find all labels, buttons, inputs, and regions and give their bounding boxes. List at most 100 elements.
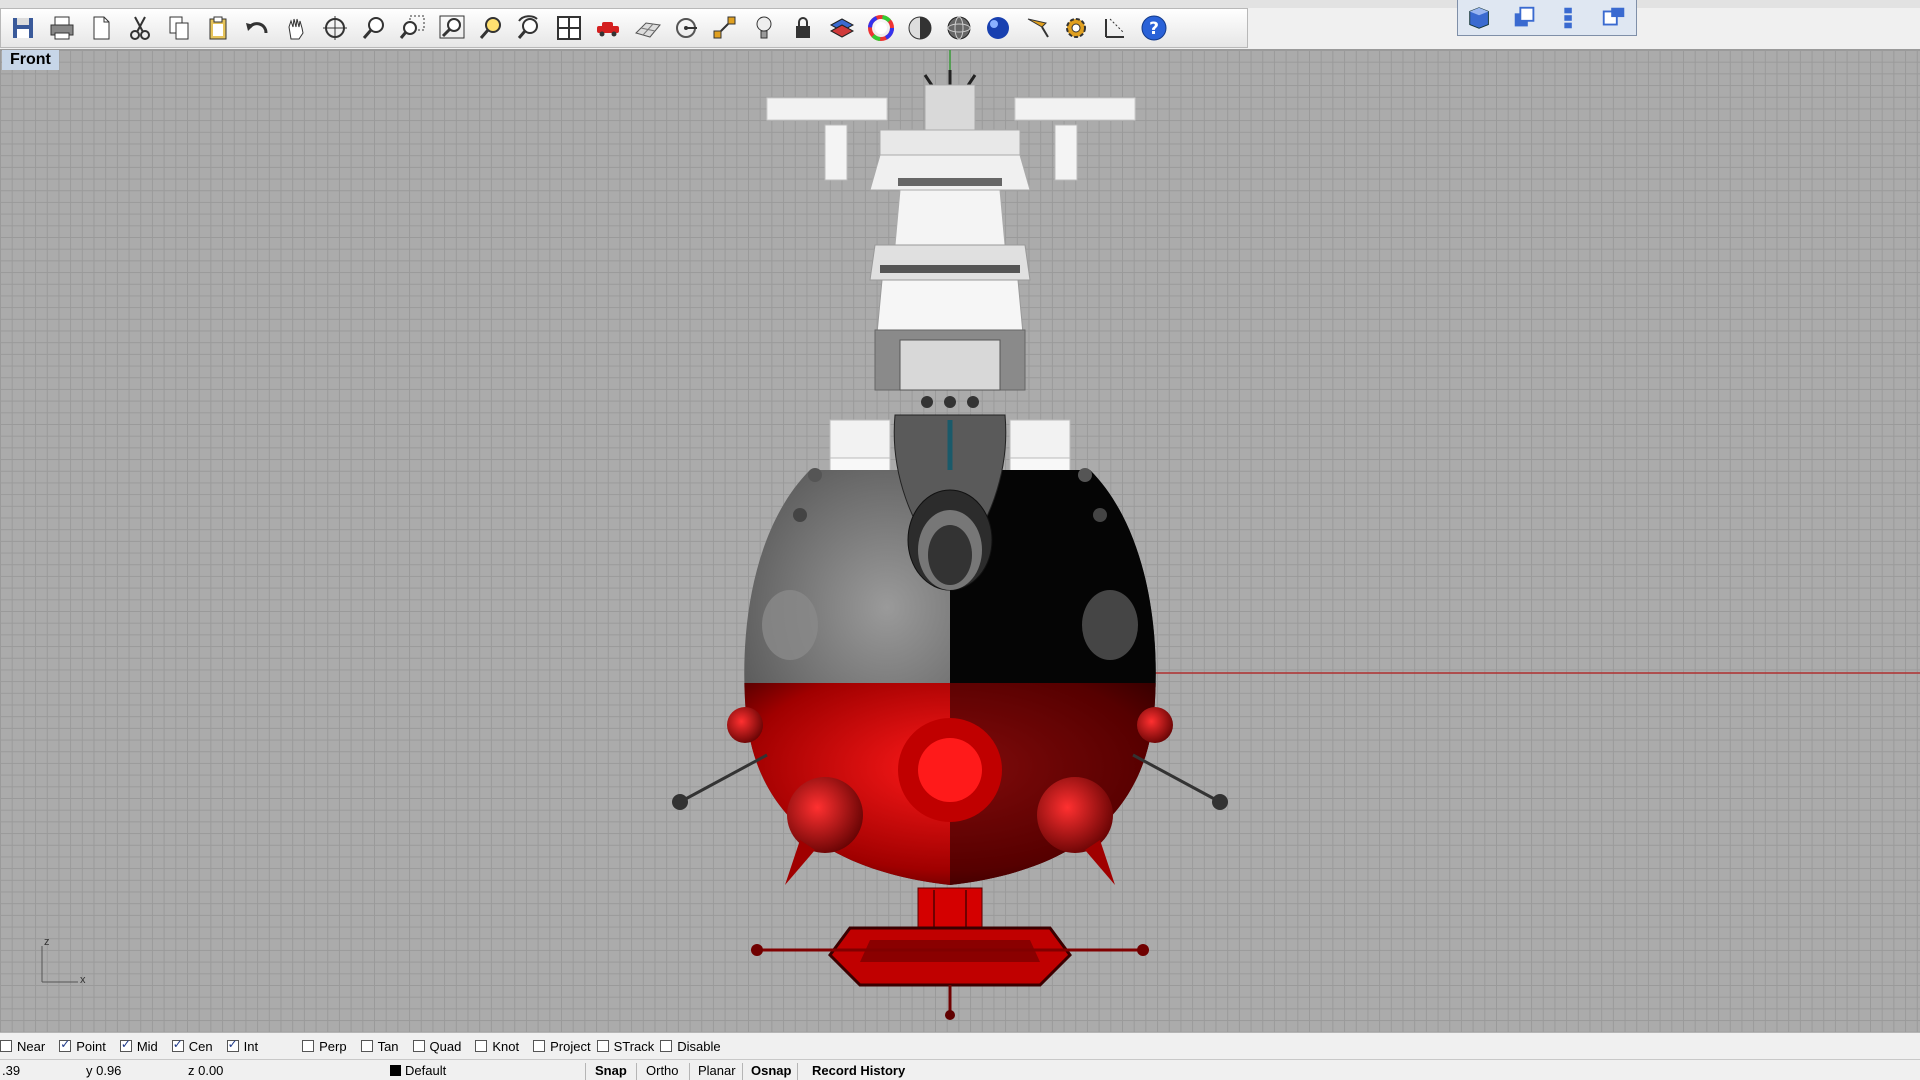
copy-button[interactable] (159, 11, 198, 45)
zoom-icon (362, 17, 384, 39)
front-viewport[interactable]: Front z x (0, 50, 1920, 1032)
osnap-label: Quad (429, 1038, 462, 1054)
viewport-title[interactable]: Front (2, 50, 59, 70)
light-bulb-icon (756, 16, 771, 39)
planar-button[interactable]: Planar (698, 1063, 736, 1078)
axis-x-label: x (80, 974, 86, 986)
right-view-button[interactable] (1599, 4, 1629, 32)
rotate-view-icon (322, 16, 347, 40)
layer-button[interactable] (822, 11, 861, 45)
osnap-label: Point (76, 1038, 106, 1054)
lock-icon (795, 17, 810, 38)
osnap-mid[interactable]: Mid (119, 1037, 158, 1054)
y-coordinate: y 0.96 (86, 1063, 122, 1078)
osnap-strack[interactable]: STrack (596, 1039, 654, 1054)
model-render (672, 50, 1920, 1020)
pencil-button[interactable] (1017, 11, 1056, 45)
osnap-checkbox[interactable] (226, 1037, 239, 1052)
osnap-tan[interactable]: Tan (360, 1038, 399, 1054)
help-icon: ? (1141, 15, 1166, 41)
osnap-quad[interactable]: Quad (412, 1038, 462, 1054)
cut-button[interactable] (120, 11, 159, 45)
front-view-button[interactable] (1554, 4, 1584, 32)
record-history-button[interactable]: Record History (812, 1063, 905, 1078)
rotate-view-button[interactable] (315, 11, 354, 45)
osnap-label: Cen (188, 1038, 213, 1054)
ortho-button[interactable]: Ortho (646, 1063, 679, 1078)
osnap-button[interactable]: Osnap (751, 1063, 791, 1078)
blue-sphere-icon (986, 17, 1009, 39)
top-view-button[interactable] (1510, 4, 1540, 32)
undo-button[interactable] (237, 11, 276, 45)
color-wheel-icon (867, 15, 894, 41)
status-bar: .39 y 0.96 z 0.00 Default Snap Ortho Pla… (0, 1059, 1920, 1080)
color-wheel-button[interactable] (861, 11, 900, 45)
osnap-project[interactable]: Project (533, 1038, 591, 1054)
osnap-point[interactable]: Point (59, 1037, 106, 1054)
osnap-checkbox[interactable] (360, 1040, 373, 1052)
zoom-extents-icon (439, 15, 464, 39)
osnap-label: Disable (677, 1038, 721, 1054)
bridge-tower (766, 84, 1136, 408)
new-icon (93, 16, 109, 40)
grid-button[interactable] (627, 11, 666, 45)
render-sphere-icon (947, 16, 970, 40)
osnap-checkbox[interactable] (475, 1040, 488, 1052)
lock-button[interactable] (783, 11, 822, 45)
paste-button[interactable] (198, 11, 237, 45)
perspective-view-icon (1469, 6, 1490, 29)
undo-view-button[interactable] (510, 11, 549, 45)
zoom-selected-button[interactable] (471, 11, 510, 45)
osnap-bar: Near Point Mid Cen Int Perp Tan Quad Knot Project… (0, 1032, 1920, 1059)
transform-button[interactable] (705, 11, 744, 45)
four-views-button[interactable] (549, 11, 588, 45)
zoom-button[interactable] (354, 11, 393, 45)
car-icon (596, 22, 619, 37)
point-button[interactable] (666, 11, 705, 45)
osnap-checkbox[interactable] (302, 1040, 315, 1052)
dimension-icon (1104, 18, 1124, 38)
pan-button[interactable] (276, 11, 315, 45)
osnap-knot[interactable]: Knot (475, 1039, 519, 1054)
status-separator (797, 1063, 798, 1080)
status-separator (636, 1063, 637, 1080)
osnap-checkbox[interactable] (412, 1040, 425, 1052)
car-button[interactable] (588, 11, 627, 45)
osnap-near[interactable]: Near (0, 1039, 45, 1054)
new-button[interactable] (81, 11, 120, 45)
pan-icon (287, 18, 304, 40)
print-button[interactable] (42, 11, 81, 45)
osnap-checkbox[interactable] (660, 1040, 673, 1052)
zoom-selected-icon (479, 17, 501, 39)
osnap-cen[interactable]: Cen (171, 1037, 213, 1054)
save-button[interactable] (3, 11, 42, 45)
osnap-checkbox[interactable] (533, 1040, 546, 1052)
render-sphere-button[interactable] (939, 11, 978, 45)
perspective-view-button[interactable] (1465, 4, 1495, 32)
osnap-label: Mid (136, 1038, 158, 1054)
osnap-label: Perp (319, 1038, 347, 1054)
dimension-button[interactable] (1095, 11, 1134, 45)
osnap-int[interactable]: Int (226, 1037, 258, 1054)
osnap-checkbox[interactable] (596, 1040, 609, 1052)
osnap-checkbox[interactable] (119, 1037, 132, 1052)
pencil-icon (1027, 18, 1049, 38)
zoom-extents-button[interactable] (432, 11, 471, 45)
grid-icon (634, 22, 661, 38)
osnap-checkbox[interactable] (59, 1037, 72, 1052)
osnap-disable[interactable]: Disable (660, 1038, 721, 1054)
current-layer[interactable]: Default (390, 1063, 446, 1078)
blue-sphere-button[interactable] (978, 11, 1017, 45)
settings-gear-button[interactable] (1056, 11, 1095, 45)
light-bulb-button[interactable] (744, 11, 783, 45)
osnap-label: Project (550, 1038, 591, 1054)
zoom-window-button[interactable] (393, 11, 432, 45)
snap-button[interactable]: Snap (595, 1063, 627, 1078)
shaded-sphere-button[interactable] (900, 11, 939, 45)
transform-icon (713, 16, 735, 39)
help-button[interactable]: ? (1134, 11, 1173, 45)
osnap-checkbox[interactable] (0, 1040, 12, 1052)
osnap-checkbox[interactable] (171, 1037, 184, 1052)
osnap-label: Tan (377, 1038, 399, 1054)
osnap-perp[interactable]: Perp (302, 1038, 347, 1054)
